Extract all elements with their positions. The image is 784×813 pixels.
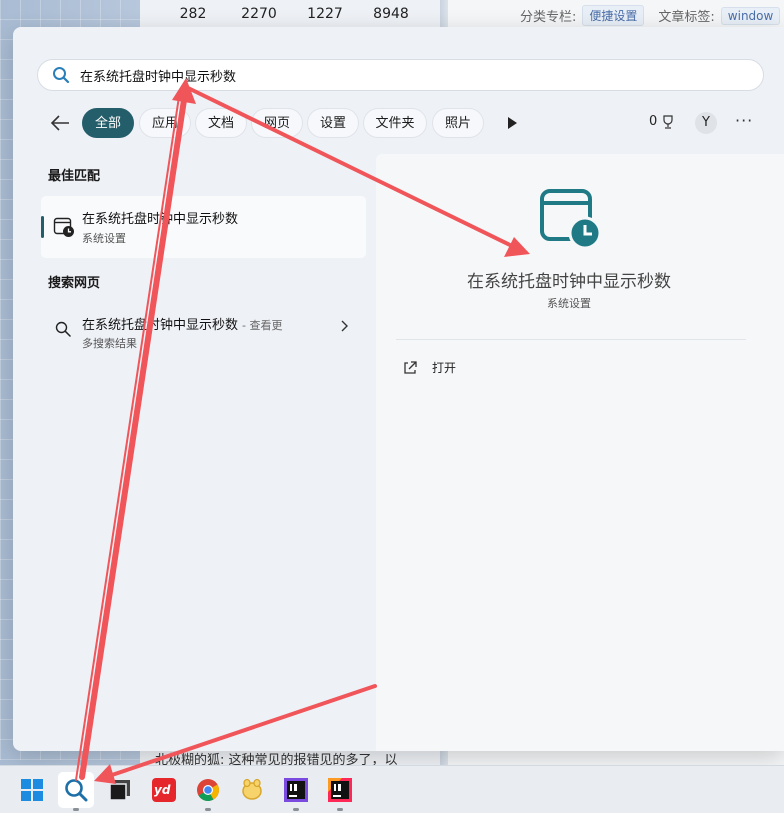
chrome-button[interactable] (190, 772, 226, 808)
web-search-query: 在系统托盘时钟中显示秒数 (82, 318, 239, 333)
open-label: 打开 (432, 361, 457, 375)
web-search-subtitle: 多搜索结果 (82, 337, 137, 350)
chrome-icon (197, 779, 219, 801)
web-search-item[interactable]: 在系统托盘时钟中显示秒数 - 查看更 多搜索结果 (41, 304, 366, 354)
navicat-button[interactable] (234, 772, 270, 808)
open-button[interactable]: 打开 (402, 359, 456, 376)
best-match-item[interactable]: 在系统托盘时钟中显示秒数 系统设置 (41, 196, 366, 258)
intellij-idea-ultimate-icon (328, 778, 352, 802)
intellij-idea-button[interactable] (278, 772, 314, 808)
trophy-icon (663, 114, 673, 129)
play-more-filters-icon[interactable] (505, 116, 519, 130)
preview-pane: 在系统托盘时钟中显示秒数 系统设置 打开 (376, 154, 784, 751)
tab-documents[interactable]: 文档 (195, 108, 247, 138)
running-indicator (337, 808, 343, 811)
divider (396, 339, 746, 340)
windows-start-icon (21, 779, 43, 801)
results-list: 最佳匹配 在系统托盘时钟中显示秒数 系统设置 搜索网页 在系统托盘时钟中显示秒数… (13, 147, 373, 747)
tab-apps[interactable]: 应用 (139, 108, 191, 138)
background-categories: 分类专栏: 便捷设置 文章标签: window (520, 5, 781, 26)
selection-indicator (41, 216, 44, 238)
tab-all[interactable]: 全部 (82, 108, 134, 138)
tab-folders[interactable]: 文件夹 (363, 108, 427, 138)
search-icon (53, 67, 70, 84)
preview-title: 在系统托盘时钟中显示秒数 (467, 272, 671, 292)
tag-chip[interactable]: window (720, 6, 781, 25)
navicat-icon (242, 778, 262, 800)
tags-label: 文章标签: (658, 10, 715, 25)
category-label: 分类专栏: (520, 10, 577, 25)
stat-value: 282 (179, 6, 207, 22)
web-search-title: 在系统托盘时钟中显示秒数 - 查看更 (82, 314, 282, 333)
search-bar[interactable] (37, 59, 764, 91)
open-external-icon (404, 360, 417, 374)
tab-settings[interactable]: 设置 (307, 108, 359, 138)
stat-value: 8948 (373, 6, 409, 22)
rewards-points[interactable]: 0 (649, 114, 675, 129)
tab-web[interactable]: 网页 (251, 108, 303, 138)
background-stats: 282 2270 1227 8948 (160, 6, 424, 22)
taskbar-search-button[interactable] (58, 772, 94, 808)
search-icon (55, 321, 71, 337)
web-search-hint: - 查看更 (242, 319, 283, 332)
search-icon (65, 779, 88, 802)
web-search-heading: 搜索网页 (48, 276, 101, 291)
windows-search-panel: 全部 应用 文档 网页 设置 文件夹 照片 0 Y ··· 最佳匹配 (13, 27, 784, 751)
points-value: 0 (649, 114, 658, 129)
start-button[interactable] (14, 772, 50, 808)
youdao-dictionary-button[interactable]: yd (146, 772, 182, 808)
chevron-right-icon[interactable] (339, 319, 349, 333)
avatar[interactable]: Y (695, 112, 717, 134)
best-match-title: 在系统托盘时钟中显示秒数 (82, 212, 239, 227)
task-view-icon (109, 780, 130, 801)
back-arrow-icon[interactable] (49, 113, 71, 133)
intellij-idea-icon (284, 778, 308, 802)
stat-value: 1227 (307, 6, 343, 22)
intellij-idea-ultimate-button[interactable] (322, 772, 358, 808)
best-match-heading: 最佳匹配 (48, 169, 101, 184)
stat-value: 2270 (241, 6, 277, 22)
best-match-subtitle: 系统设置 (82, 232, 126, 245)
calendar-clock-icon (540, 189, 602, 250)
calendar-clock-icon (53, 217, 74, 237)
youdao-label: yd (154, 783, 171, 797)
running-indicator (73, 808, 79, 811)
category-chip[interactable]: 便捷设置 (582, 5, 645, 26)
task-view-button[interactable] (102, 772, 138, 808)
taskbar: yd (0, 765, 784, 813)
more-options-button[interactable]: ··· (735, 111, 753, 130)
running-indicator (205, 808, 211, 811)
search-input[interactable] (80, 67, 720, 83)
preview-subtitle: 系统设置 (547, 297, 591, 310)
tab-photos[interactable]: 照片 (432, 108, 484, 138)
running-indicator (293, 808, 299, 811)
filter-bar: 全部 应用 文档 网页 设置 文件夹 照片 0 Y ··· (13, 107, 784, 139)
